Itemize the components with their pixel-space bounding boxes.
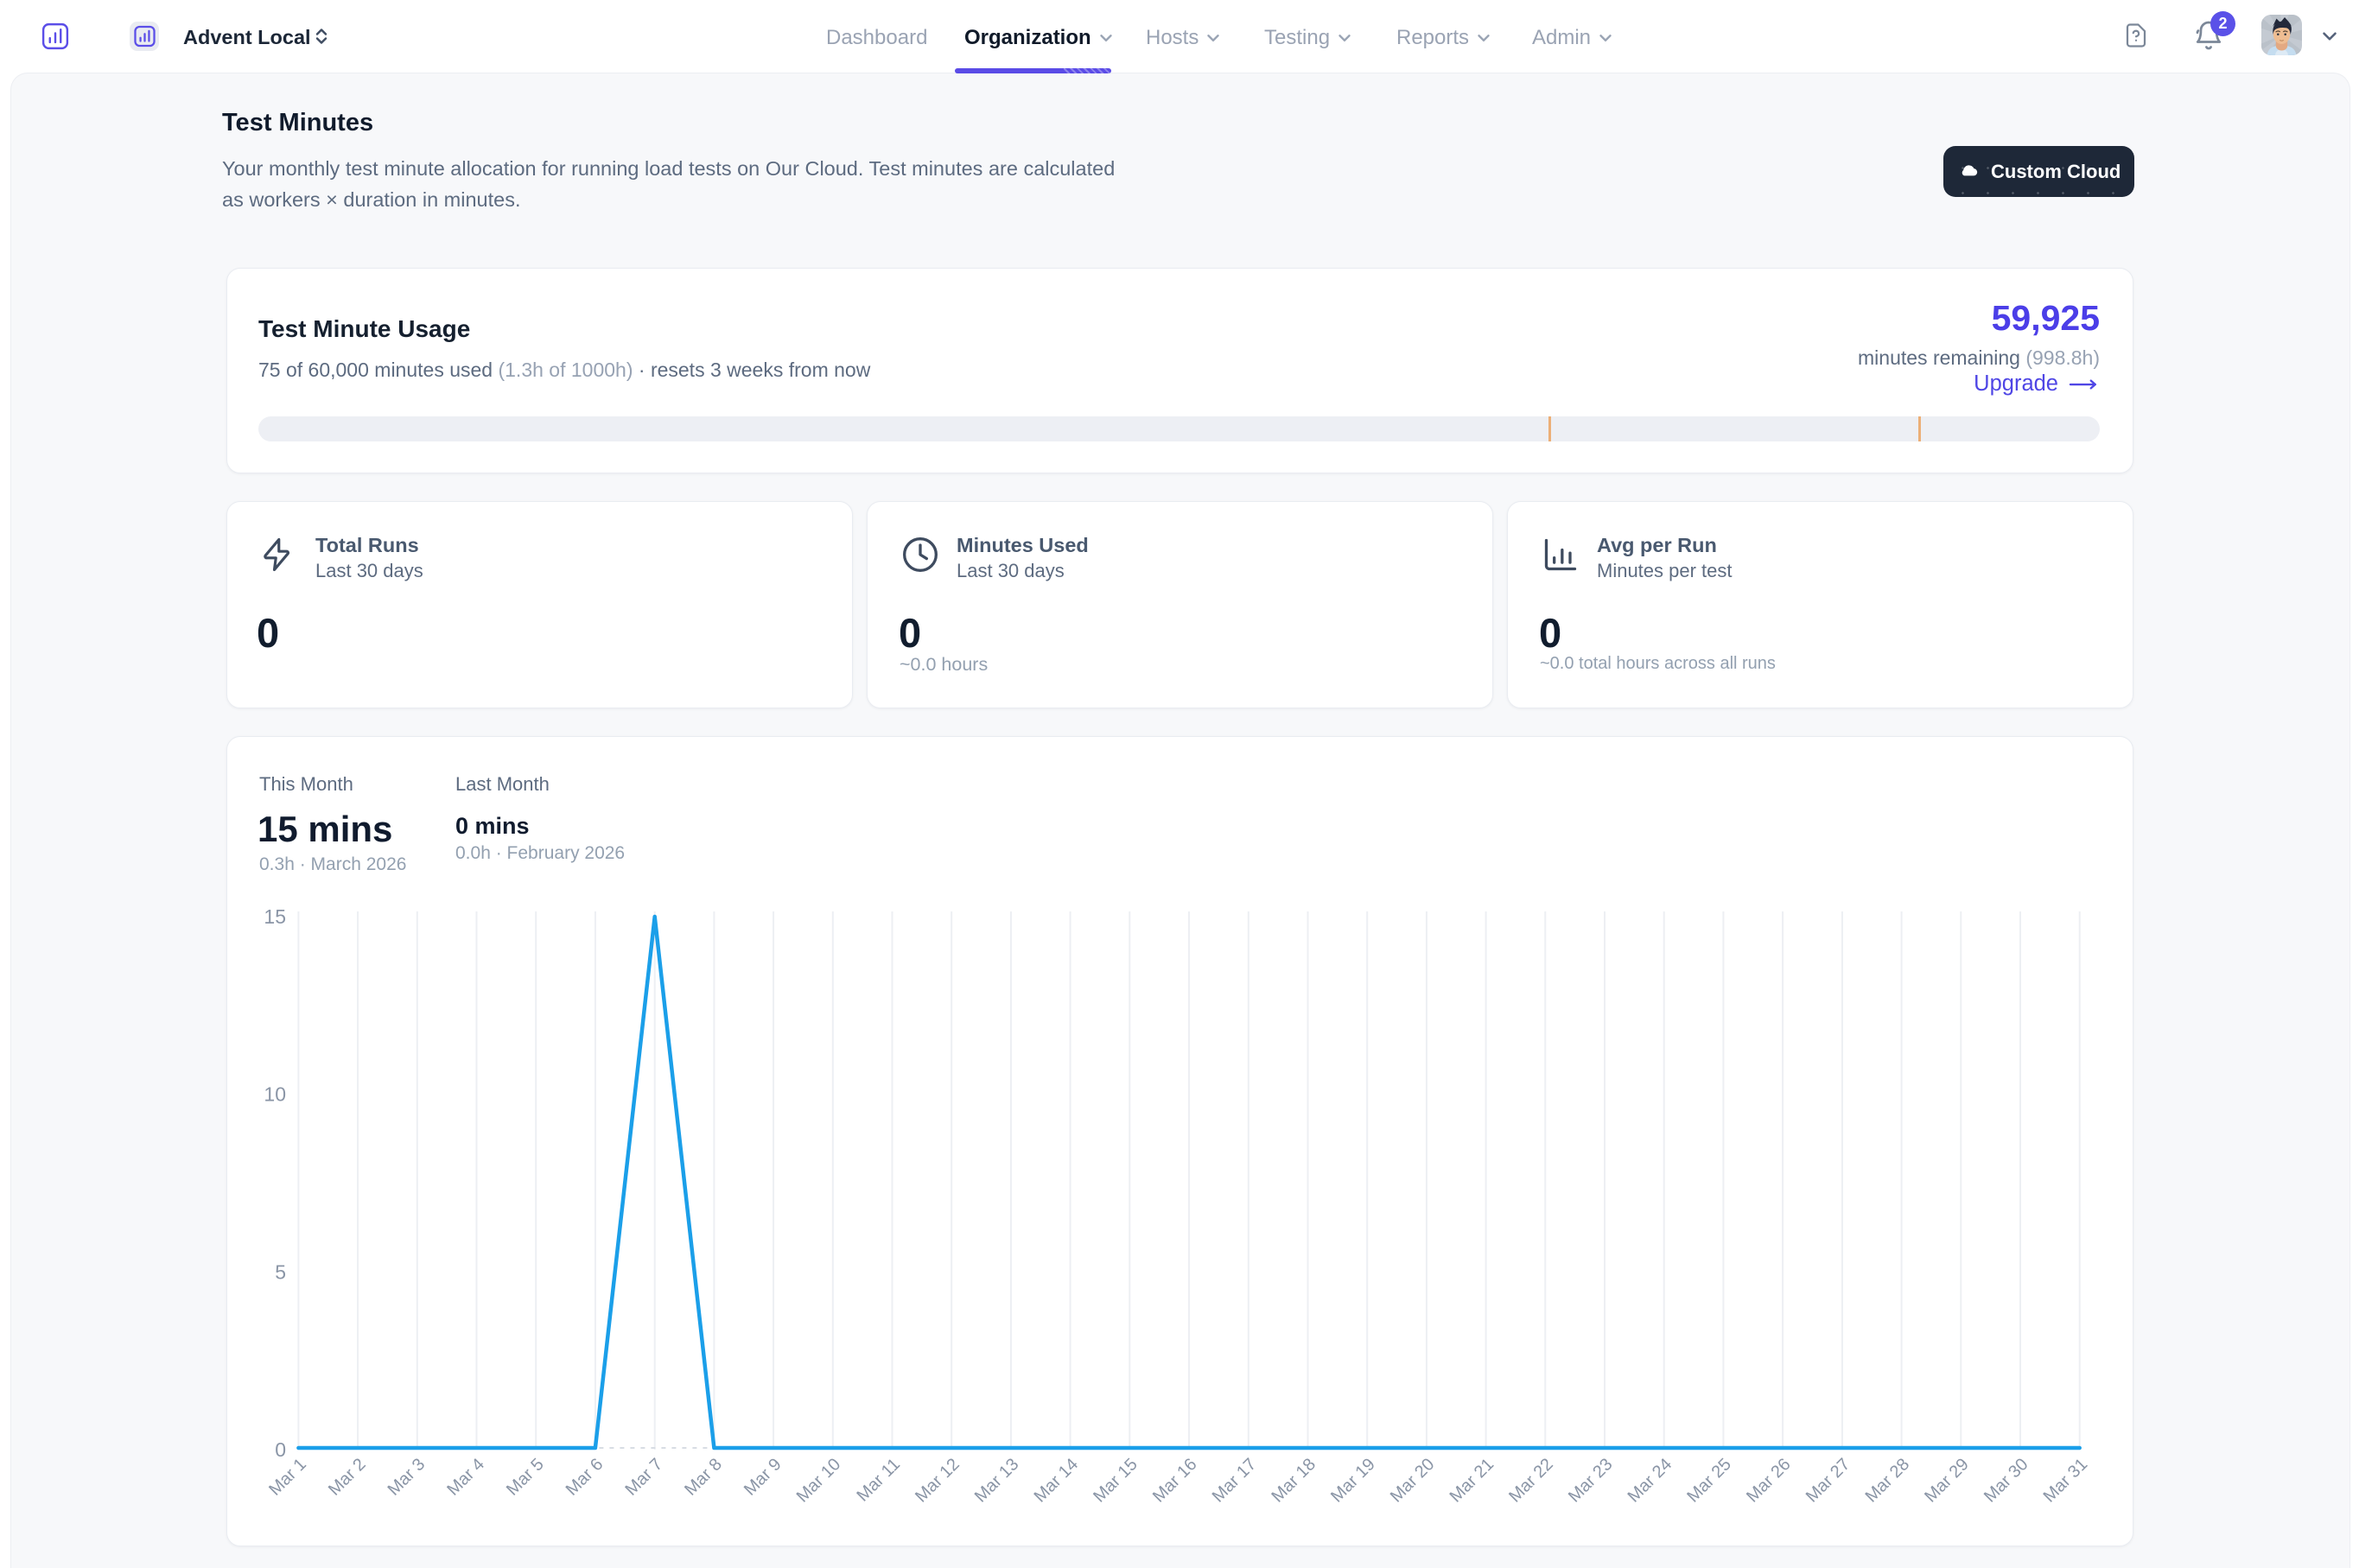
svg-text:Mar 21: Mar 21 [1447, 1455, 1498, 1507]
svg-text:Mar 8: Mar 8 [681, 1455, 726, 1500]
svg-text:0: 0 [275, 1438, 286, 1461]
svg-text:Mar 24: Mar 24 [1625, 1455, 1676, 1507]
svg-text:Mar 6: Mar 6 [563, 1455, 607, 1500]
svg-text:Mar 26: Mar 26 [1743, 1455, 1795, 1507]
svg-text:Mar 15: Mar 15 [1090, 1455, 1141, 1507]
svg-text:Mar 19: Mar 19 [1327, 1455, 1379, 1507]
svg-text:Mar 29: Mar 29 [1921, 1455, 1973, 1507]
svg-text:Mar 7: Mar 7 [622, 1455, 667, 1500]
svg-text:Mar 16: Mar 16 [1149, 1455, 1201, 1507]
svg-text:Mar 18: Mar 18 [1268, 1455, 1319, 1507]
svg-text:Mar 9: Mar 9 [741, 1455, 785, 1500]
svg-text:Mar 13: Mar 13 [971, 1455, 1023, 1507]
svg-text:Mar 28: Mar 28 [1862, 1455, 1914, 1507]
svg-text:Mar 2: Mar 2 [325, 1455, 370, 1500]
svg-text:Mar 27: Mar 27 [1803, 1455, 1854, 1507]
svg-text:Mar 25: Mar 25 [1683, 1455, 1735, 1507]
svg-text:Mar 14: Mar 14 [1031, 1455, 1083, 1507]
svg-text:Mar 3: Mar 3 [385, 1455, 429, 1500]
svg-text:Mar 12: Mar 12 [912, 1455, 963, 1507]
svg-text:Mar 20: Mar 20 [1387, 1455, 1439, 1507]
svg-text:Mar 31: Mar 31 [2040, 1455, 2092, 1507]
svg-text:Mar 11: Mar 11 [854, 1455, 905, 1506]
svg-text:Mar 22: Mar 22 [1505, 1455, 1557, 1507]
svg-text:Mar 17: Mar 17 [1209, 1455, 1261, 1507]
svg-text:10: 10 [264, 1083, 286, 1106]
svg-text:Mar 1: Mar 1 [265, 1455, 310, 1500]
svg-text:Mar 4: Mar 4 [443, 1455, 488, 1500]
svg-text:15: 15 [264, 905, 286, 928]
svg-text:Mar 23: Mar 23 [1565, 1455, 1617, 1507]
svg-text:Mar 30: Mar 30 [1981, 1455, 2032, 1507]
svg-text:Mar 10: Mar 10 [793, 1455, 845, 1507]
svg-text:5: 5 [275, 1260, 286, 1283]
svg-text:Mar 5: Mar 5 [503, 1455, 548, 1500]
